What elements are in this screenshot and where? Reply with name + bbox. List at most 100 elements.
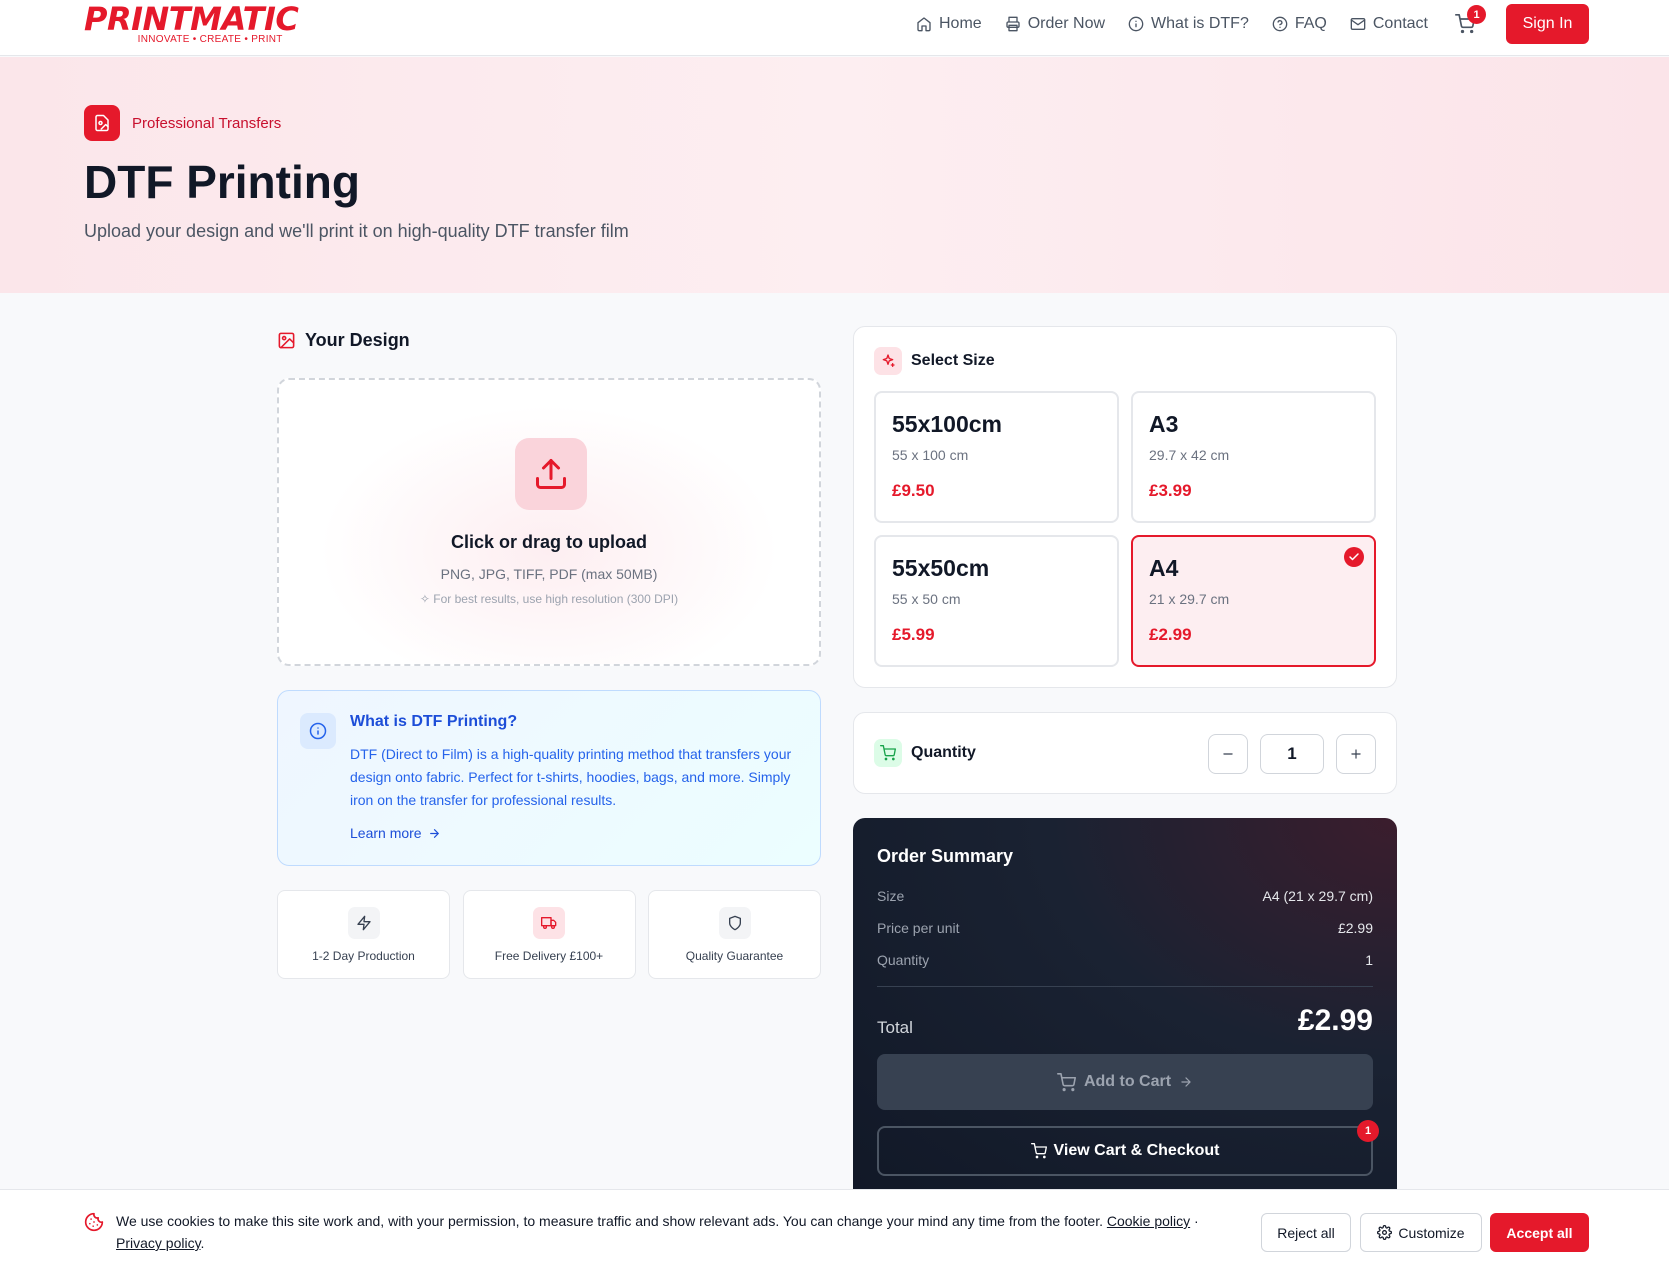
size-name: A3 [1149,411,1179,437]
sign-in-button[interactable]: Sign In [1506,4,1589,44]
add-to-cart-button[interactable]: Add to Cart [877,1054,1373,1110]
truck-icon [533,907,565,939]
minus-icon [1223,753,1233,755]
printer-icon [1006,16,1020,32]
cart-button[interactable]: 1 [1455,5,1486,34]
add-to-cart-label: Add to Cart [1083,1073,1172,1090]
feature-label: Quality Guarantee [685,949,784,963]
summary-label: Size [877,888,905,904]
customize-label: Customize [1398,1224,1465,1241]
nav-what-is-dtf-label: What is DTF? [1151,15,1249,32]
hero-banner: Professional Transfers DTF Printing Uplo… [0,57,1669,293]
select-size-heading: Select Size [874,347,995,375]
nav-what-is-dtf[interactable]: What is DTF? [1128,15,1249,33]
select-size-label: Select Size [911,352,995,369]
hero-chip: Professional Transfers [84,105,281,141]
size-option-55x100[interactable]: 55x100cm 55 x 100 cm £9.50 [874,391,1119,523]
size-option-55x50[interactable]: 55x50cm 55 x 50 cm £5.99 [874,535,1119,667]
size-option-a4[interactable]: A4 21 x 29.7 cm £2.99 [1131,535,1376,667]
your-design-label: Your Design [305,330,410,350]
page-subtitle: Upload your design and we'll print it on… [84,221,629,241]
quantity-increase-button[interactable] [1336,734,1376,774]
view-cart-badge: 1 [1357,1120,1379,1142]
nav-faq[interactable]: FAQ [1272,15,1327,33]
cookie-period: . [200,1235,205,1251]
size-price: £3.99 [1149,481,1192,500]
size-name: 55x100cm [892,411,1002,437]
view-cart-label: View Cart & Checkout [1053,1142,1220,1159]
sparkle-icon: ✧ [419,592,434,606]
quantity-card: Quantity 1 [853,712,1397,794]
feature-label: Free Delivery £100+ [494,949,604,963]
image-icon [278,332,295,349]
hero-chip-label: Professional Transfers [132,114,282,132]
quantity-decrease-button[interactable] [1208,734,1248,774]
size-name: A4 [1149,555,1179,581]
help-circle-icon [1272,16,1288,32]
nav-faq-label: FAQ [1294,15,1327,32]
size-name: 55x50cm [892,555,990,581]
logo[interactable]: PRINTMATIC INNOVATE • CREATE • PRINT [84,0,299,45]
image-file-icon [84,105,120,141]
nav-home[interactable]: Home [916,15,982,33]
total-label: Total [877,1018,913,1037]
feature-production: 1-2 Day Production [277,890,450,979]
size-option-a3[interactable]: A3 29.7 x 42 cm £3.99 [1131,391,1376,523]
accept-all-button[interactable]: Accept all [1490,1213,1589,1252]
size-selector-card: Select Size 55x100cm 55 x 100 cm £9.50 A… [853,326,1397,688]
quantity-input[interactable]: 1 [1260,734,1324,774]
info-icon [300,713,336,749]
plus-icon [1351,749,1361,759]
arrow-right-icon [429,828,439,838]
nav-order-now-label: Order Now [1027,15,1106,32]
gear-icon [1377,1225,1393,1240]
summary-value: A4 (21 x 29.7 cm) [1262,888,1374,904]
summary-row-quantity: Quantity 1 [877,952,1373,968]
cookie-policy-link[interactable]: Cookie policy [1107,1213,1190,1229]
cookie-icon [84,1212,104,1237]
summary-row-size: Size A4 (21 x 29.7 cm) [877,888,1373,904]
learn-more-link[interactable]: Learn more [350,825,441,841]
cart-icon [874,739,902,767]
cart-count-badge: 1 [1467,5,1486,24]
summary-divider [877,986,1373,987]
dtf-info-card: What is DTF Printing? DTF (Direct to Fil… [277,690,821,866]
size-price: £5.99 [892,625,935,644]
feature-list: 1-2 Day Production Free Delivery £100+ Q… [277,890,821,979]
size-price: £2.99 [1149,625,1192,644]
upload-hint: ✧ For best results, use high resolution … [279,592,819,606]
upload-dropzone[interactable]: Click or drag to upload PNG, JPG, TIFF, … [277,378,821,666]
page-title: DTF Printing [84,156,360,208]
summary-value: £2.99 [1337,920,1373,936]
feature-label: 1-2 Day Production [312,949,415,963]
summary-value: 1 [1365,952,1373,968]
lightning-icon [347,907,380,939]
info-icon [1128,16,1144,32]
nav-contact[interactable]: Contact [1350,15,1428,33]
customize-button[interactable]: Customize [1360,1213,1482,1252]
upload-icon [515,438,587,510]
upload-title: Click or drag to upload [450,532,647,552]
size-dimensions: 29.7 x 42 cm [1149,447,1230,463]
cookie-separator: · [1194,1213,1199,1229]
summary-label: Quantity [877,952,930,968]
summary-row-price: Price per unit £2.99 [877,920,1373,936]
cart-icon [1030,1143,1047,1159]
view-cart-checkout-button[interactable]: View Cart & Checkout 1 [877,1120,1379,1176]
upload-hint-text: For best results, use high resolution (3… [433,592,679,606]
size-price: £9.50 [892,481,935,500]
cookie-text: We use cookies to make this site work an… [116,1210,1216,1254]
cart-icon [1056,1072,1076,1091]
quantity-heading: Quantity [874,739,976,767]
reject-all-button[interactable]: Reject all [1261,1213,1351,1252]
quantity-label: Quantity [911,744,976,761]
total-value: £2.99 [1297,1004,1373,1037]
logo-text: PRINTMATIC [84,0,299,38]
nav-order-now[interactable]: Order Now [1005,15,1105,33]
sparkles-icon [874,347,902,375]
summary-label: Price per unit [877,920,960,936]
privacy-policy-link[interactable]: Privacy policy [116,1235,201,1251]
nav-contact-label: Contact [1372,15,1428,32]
your-design-heading: Your Design [277,330,410,351]
main-nav: Home Order Now What is DTF? FAQ Contact … [916,5,1501,34]
